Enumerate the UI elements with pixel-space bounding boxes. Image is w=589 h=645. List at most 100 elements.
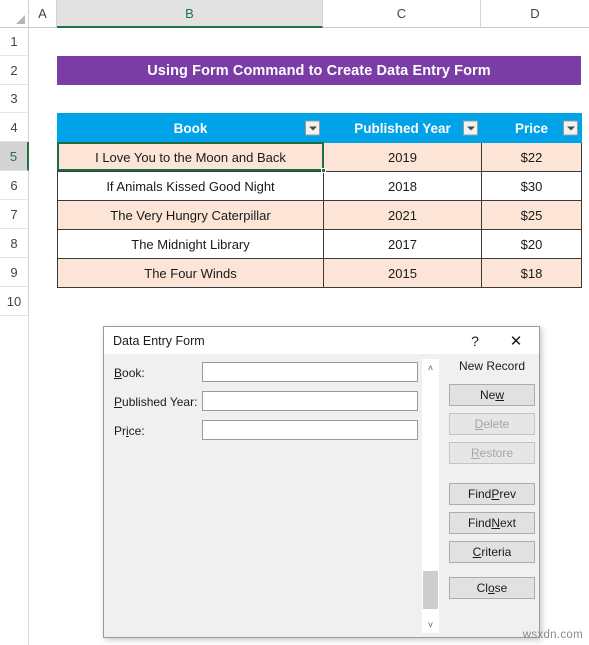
record-scrollbar[interactable]: ˄ ˅ (422, 359, 439, 633)
row-header-6-label: 6 (10, 177, 18, 193)
published-year-input[interactable] (202, 391, 418, 411)
fill-handle[interactable] (321, 168, 326, 173)
table-header-row: Book Published Year Price (57, 113, 582, 143)
row-header-5-label: 5 (9, 148, 18, 164)
field-row-published-year: Published Year: (114, 391, 424, 412)
row-header-9[interactable]: 9 (0, 258, 29, 287)
cell-price-3[interactable]: $25 (481, 200, 582, 230)
row-header-3[interactable]: 3 (0, 85, 29, 113)
row-header-6[interactable]: 6 (0, 171, 29, 200)
field-row-price: Price: (114, 420, 424, 441)
cell-year-2[interactable]: 2018 (323, 171, 482, 201)
table-row: I Love You to the Moon and Back 2019 $22 (57, 142, 582, 172)
table-row: The Midnight Library 2017 $20 (57, 229, 582, 259)
scrollbar-thumb[interactable] (423, 571, 438, 609)
cell-year-5[interactable]: 2015 (323, 258, 482, 288)
cell-price-2-text: $30 (520, 178, 543, 194)
cell-book-1[interactable]: I Love You to the Moon and Back (57, 142, 324, 172)
cell-year-3-text: 2021 (388, 207, 417, 223)
cell-year-1-text: 2019 (388, 149, 417, 165)
cell-price-2[interactable]: $30 (481, 171, 582, 201)
scroll-down-icon[interactable]: ˅ (422, 616, 439, 633)
find-prev-button[interactable]: Find Prev (449, 483, 535, 505)
cell-year-5-text: 2015 (388, 265, 417, 281)
row-header-8[interactable]: 8 (0, 229, 29, 258)
cell-book-3[interactable]: The Very Hungry Caterpillar (57, 200, 324, 230)
field-row-book: Book: (114, 362, 424, 383)
data-table: Book Published Year Price I Love You to … (57, 113, 582, 288)
close-icon[interactable]: ✕ (499, 327, 533, 354)
row-header-10-label: 10 (6, 293, 22, 309)
row-header-1-label: 1 (10, 34, 18, 49)
cell-book-4[interactable]: The Midnight Library (57, 229, 324, 259)
delete-button[interactable]: Delete (449, 413, 535, 435)
cell-price-1-text: $22 (520, 149, 543, 165)
table-row: The Very Hungry Caterpillar 2021 $25 (57, 200, 582, 230)
scroll-up-icon[interactable]: ˄ (422, 359, 439, 376)
find-next-button[interactable]: Find Next (449, 512, 535, 534)
row-header-7[interactable]: 7 (0, 200, 29, 229)
record-status-label: New Record (458, 359, 526, 373)
dialog-title-bar: Data Entry Form ? ✕ (104, 327, 539, 354)
select-all-corner[interactable] (0, 0, 29, 28)
book-input[interactable] (202, 362, 418, 382)
sheet-title-banner: Using Form Command to Create Data Entry … (57, 56, 581, 85)
cell-price-4-text: $20 (520, 236, 543, 252)
table-header-book[interactable]: Book (57, 113, 324, 143)
cell-book-4-text: The Midnight Library (131, 236, 250, 252)
cell-price-4[interactable]: $20 (481, 229, 582, 259)
row-header-4-label: 4 (10, 119, 18, 135)
column-header-b[interactable]: B (57, 0, 323, 28)
cell-price-3-text: $25 (520, 207, 543, 223)
label-price: Price: (114, 423, 145, 438)
row-header-3-label: 3 (10, 91, 18, 106)
row-header-4[interactable]: 4 (0, 113, 29, 142)
price-input[interactable] (202, 420, 418, 440)
cell-book-5[interactable]: The Four Winds (57, 258, 324, 288)
row-header-2[interactable]: 2 (0, 56, 29, 85)
cell-year-1[interactable]: 2019 (323, 142, 482, 172)
cell-year-3[interactable]: 2021 (323, 200, 482, 230)
filter-dropdown-icon-book[interactable] (305, 120, 320, 136)
row-header-10[interactable]: 10 (0, 287, 29, 316)
cell-book-2[interactable]: If Animals Kissed Good Night (57, 171, 324, 201)
cell-year-4[interactable]: 2017 (323, 229, 482, 259)
dialog-title-text: Data Entry Form (113, 333, 205, 348)
new-button[interactable]: Ne w (449, 384, 535, 406)
cell-price-5[interactable]: $18 (481, 258, 582, 288)
column-header-c[interactable]: C (323, 0, 481, 28)
row-header-5[interactable]: 5 (0, 142, 29, 171)
column-header-strip: A B C D (0, 0, 589, 28)
table-header-price-label: Price (514, 120, 549, 136)
cell-book-1-text: I Love You to the Moon and Back (95, 149, 286, 165)
cell-price-5-text: $18 (520, 265, 543, 281)
row-header-2-label: 2 (10, 62, 18, 78)
data-entry-form-dialog: Data Entry Form ? ✕ Book: Published Year… (103, 326, 540, 638)
cell-book-5-text: The Four Winds (144, 265, 237, 281)
label-published-year: Published Year: (114, 394, 198, 409)
cell-price-1[interactable]: $22 (481, 142, 582, 172)
sheet-title-text: Using Form Command to Create Data Entry … (147, 62, 491, 79)
criteria-button[interactable]: Criteria (449, 541, 535, 563)
filter-dropdown-icon-published-year[interactable] (463, 120, 478, 136)
column-header-a-label: A (38, 6, 47, 21)
column-header-b-label: B (185, 5, 194, 21)
cell-book-3-text: The Very Hungry Caterpillar (110, 207, 271, 223)
table-row: The Four Winds 2015 $18 (57, 258, 582, 288)
column-header-d-label: D (530, 6, 540, 21)
table-header-price[interactable]: Price (481, 113, 582, 143)
column-header-a[interactable]: A (29, 0, 57, 28)
column-header-c-label: C (396, 6, 407, 21)
filter-dropdown-icon-price[interactable] (563, 120, 578, 136)
close-button[interactable]: Cl o se (449, 577, 535, 599)
table-header-book-label: Book (173, 120, 208, 136)
table-header-published-year[interactable]: Published Year (323, 113, 482, 143)
table-header-published-year-label: Published Year (354, 120, 451, 136)
cell-year-2-text: 2018 (388, 178, 417, 194)
column-header-d[interactable]: D (481, 0, 589, 28)
restore-button[interactable]: Restore (449, 442, 535, 464)
row-header-1[interactable]: 1 (0, 28, 29, 56)
row-header-8-label: 8 (10, 235, 18, 251)
help-icon[interactable]: ? (458, 327, 492, 354)
cell-year-4-text: 2017 (388, 236, 417, 252)
